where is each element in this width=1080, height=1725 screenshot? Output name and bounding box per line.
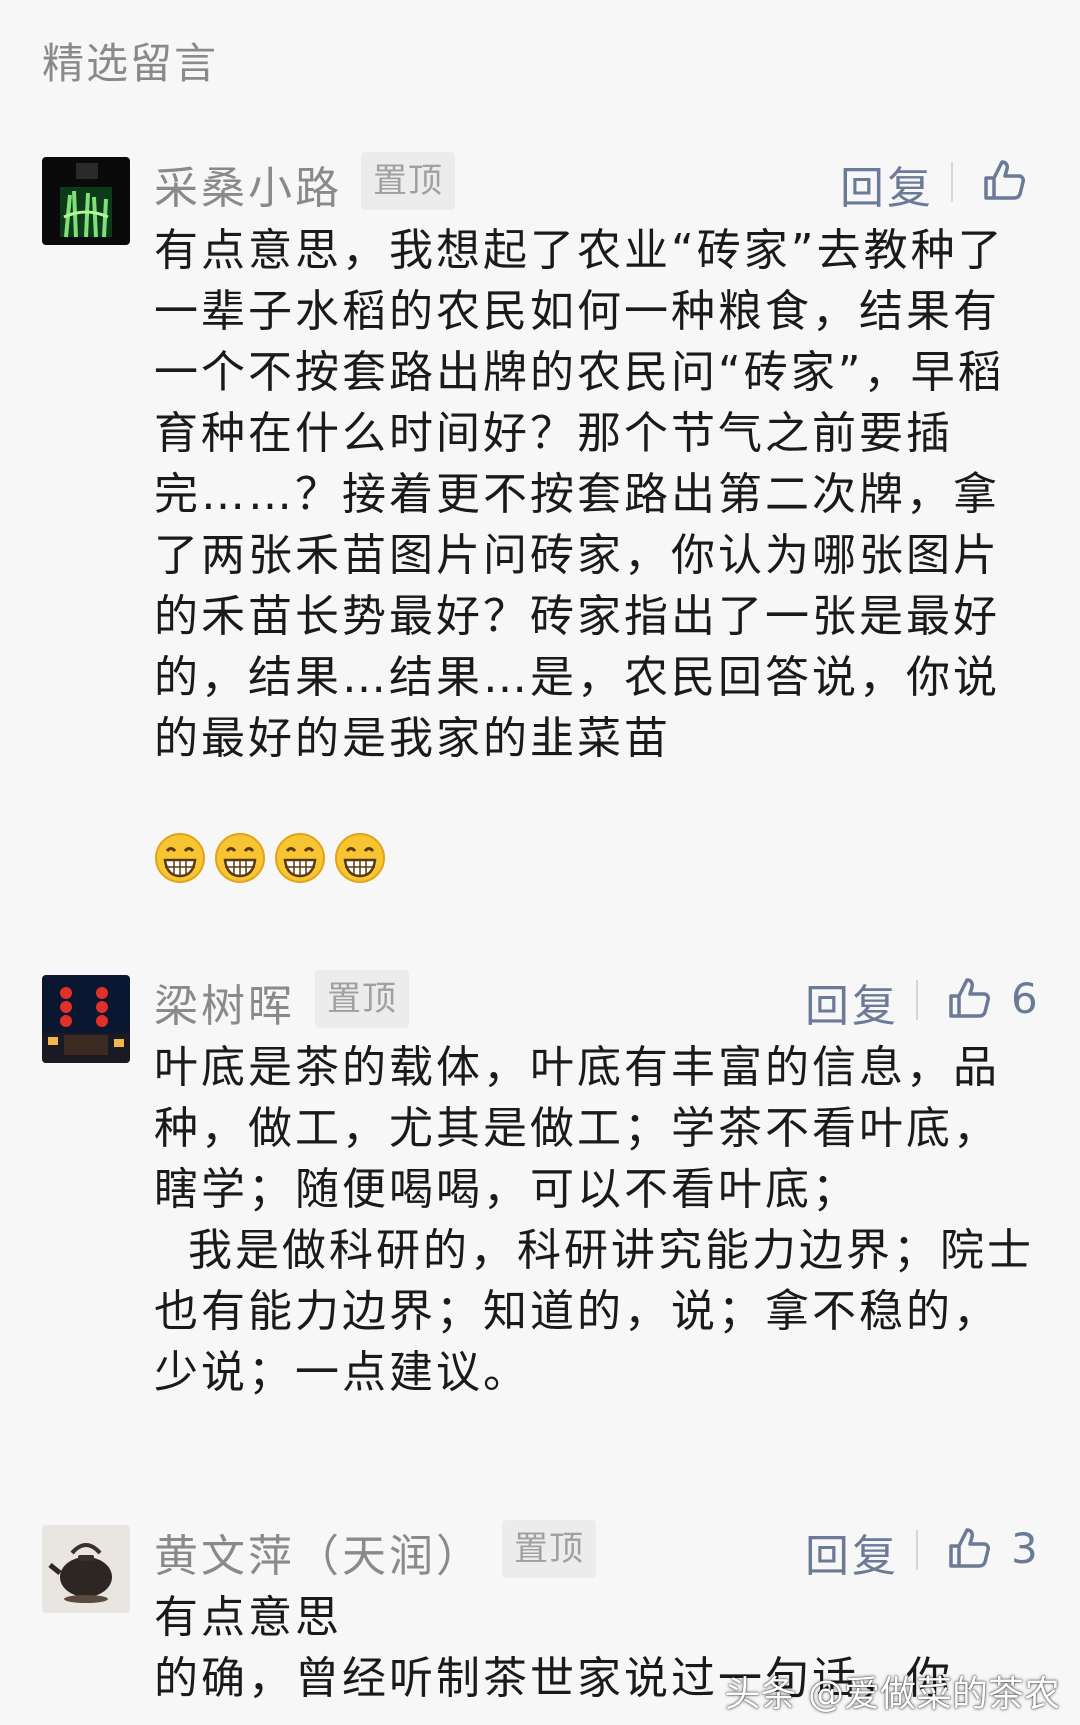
like-button[interactable]: 6 xyxy=(945,968,1038,1028)
reply-button[interactable]: 回复 xyxy=(840,152,934,216)
reply-button[interactable]: 回复 xyxy=(805,1520,899,1584)
divider xyxy=(951,162,953,202)
author-name[interactable]: 采桑小路 xyxy=(154,152,342,216)
avatar[interactable] xyxy=(42,975,130,1063)
author-name[interactable]: 梁树晖 xyxy=(154,970,295,1034)
pinned-badge: 置顶 xyxy=(361,152,455,210)
like-count: 3 xyxy=(1011,1523,1038,1573)
thumbs-up-icon xyxy=(949,978,990,1018)
grin-icon xyxy=(335,833,385,883)
grin-icon xyxy=(275,833,325,883)
grin-icon xyxy=(215,833,265,883)
avatar[interactable] xyxy=(42,1525,130,1613)
thumbs-up-icon xyxy=(949,1528,990,1568)
comment-text: 有点意思，我想起了农业“砖家”去教种了一辈子水稻的农民如何一种粮食，结果有一个不… xyxy=(154,225,1005,764)
like-count: 6 xyxy=(1011,973,1038,1023)
divider xyxy=(916,980,918,1020)
emoji-row xyxy=(154,832,386,884)
like-button[interactable]: 3 xyxy=(945,1518,1038,1578)
divider xyxy=(916,1530,918,1570)
avatar[interactable] xyxy=(42,157,130,245)
thumbs-up-icon xyxy=(984,160,1025,200)
comment-text: 叶底是茶的载体，叶底有丰富的信息，品种，做工，尤其是做工；学茶不看叶底，瞎学；随… xyxy=(154,1042,1034,1398)
author-name[interactable]: 黄文萍（天润） xyxy=(154,1520,483,1584)
grin-icon xyxy=(155,833,205,883)
reply-button[interactable]: 回复 xyxy=(805,970,899,1034)
pinned-badge: 置顶 xyxy=(315,970,409,1028)
watermark: 头条 @爱做菜的茶农 xyxy=(724,1674,1060,1715)
section-title: 精选留言 xyxy=(42,39,219,88)
pinned-badge: 置顶 xyxy=(502,1520,596,1578)
like-button[interactable] xyxy=(980,150,1028,210)
